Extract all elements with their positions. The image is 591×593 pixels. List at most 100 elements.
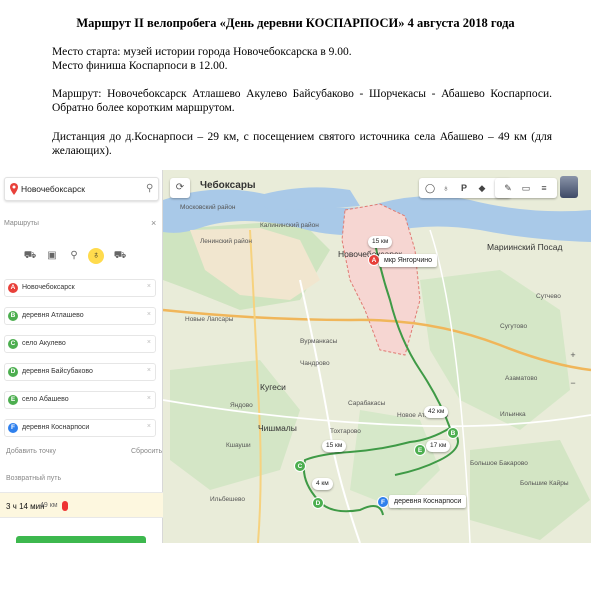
waypoint-e-label: село Абашево <box>22 396 69 403</box>
route-pill-d[interactable]: 4 км <box>312 478 333 490</box>
remove-icon[interactable]: × <box>147 367 151 374</box>
document-title: Маршрут II велопробега «День деревни КОС… <box>76 16 515 30</box>
waypoint-a-marker: A <box>8 283 18 293</box>
route-pill-start-text: 15 км <box>372 238 389 245</box>
waypoint-e[interactable]: E село Абашево × <box>4 391 156 409</box>
zoom-controls: + − <box>566 350 580 410</box>
label-novye-lapsary: Новые Лапсары <box>185 316 234 323</box>
remove-icon[interactable]: × <box>147 423 151 430</box>
label-sugutovo: Сугутово <box>500 323 528 330</box>
label-kshaushi: Кшауши <box>226 442 251 449</box>
search-icon[interactable]: ⚲ <box>146 183 153 194</box>
marker-b[interactable]: B <box>447 427 459 439</box>
label-sutchevo: Сутчево <box>536 293 561 300</box>
route-pill-start[interactable]: 15 км <box>368 236 393 248</box>
start-line: Место старта: музей истории города Новоч… <box>52 46 352 58</box>
waypoint-b[interactable]: B деревня Атлашево × <box>4 307 156 325</box>
route-pill-e[interactable]: 17 км <box>426 440 451 452</box>
start-place-label[interactable]: мкр Янгорчино <box>379 254 437 267</box>
add-point-link[interactable]: Добавить точку <box>6 448 56 455</box>
waypoint-a[interactable]: A Новочебоксарск × <box>4 279 156 297</box>
route-panel: Новочебоксарск ⚲ Маршруты × ⛟ ▣ ⚲ ♁ ⛟ A … <box>0 170 163 543</box>
route-paragraph: Маршрут: Новочебоксарск Атлашево Акулево… <box>52 88 552 114</box>
taxi-icon[interactable]: ⛟ <box>112 248 128 264</box>
route-result[interactable]: 3 ч 14 мин 49 км <box>0 492 163 518</box>
label-yandovo: Яндово <box>230 402 253 409</box>
label-bolshie-kayry: Большие Кайры <box>520 480 569 487</box>
ruler-icon[interactable]: ✎ <box>499 178 517 198</box>
search-box[interactable]: Новочебоксарск ⚲ <box>4 177 159 201</box>
route-pill-c-text: 15 км <box>326 442 343 449</box>
label-kalinin-district: Калининский район <box>260 222 319 229</box>
zoom-in-icon[interactable]: + <box>566 350 580 360</box>
menu-icon[interactable]: ≡ <box>535 178 553 198</box>
waypoint-c-label: село Акулево <box>22 340 66 347</box>
map-title: Чебоксары <box>200 180 256 191</box>
route-pill-e-text: 17 км <box>430 442 447 449</box>
route-pill-d-text: 4 км <box>316 480 329 487</box>
parking-icon[interactable]: P <box>455 178 473 198</box>
label-chandrovo: Чандрово <box>300 360 330 367</box>
label-lenin-district: Ленинский район <box>200 238 252 245</box>
map-tools-secondary: ✎ ▭ ≡ <box>495 178 557 198</box>
reset-link[interactable]: Сбросить <box>131 448 162 455</box>
route-pill-c[interactable]: 15 км <box>322 440 347 452</box>
remove-icon[interactable]: × <box>147 311 151 318</box>
label-mariinsky-posad: Мариинский Посад <box>487 242 563 252</box>
traffic-icon[interactable]: ◆ <box>473 178 491 198</box>
marker-d[interactable]: D <box>312 497 324 509</box>
search-input[interactable]: Новочебоксарск <box>21 184 85 194</box>
marker-e[interactable]: E <box>414 444 426 456</box>
label-tokhtarovo: Тохтарово <box>330 428 361 435</box>
remove-icon[interactable]: × <box>147 283 151 290</box>
waypoint-e-marker: E <box>8 395 18 405</box>
route-pill-mid-text: 42 км <box>428 408 445 415</box>
route-pill-mid[interactable]: 42 км <box>424 406 449 418</box>
bus-icon[interactable]: ▣ <box>44 248 60 264</box>
waypoint-a-label: Новочебоксарск <box>22 284 75 291</box>
waypoint-f-label: деревня Коснарпоси <box>22 424 90 431</box>
label-kugesi: Кугеси <box>260 382 286 392</box>
finish-place-label[interactable]: деревня Коснарпоси <box>389 495 467 508</box>
start-navigation-button[interactable] <box>16 536 146 543</box>
routes-header: Маршруты <box>4 220 39 227</box>
remove-icon[interactable]: × <box>147 339 151 346</box>
waypoint-c-marker: C <box>8 339 18 349</box>
marker-c[interactable]: C <box>294 460 306 472</box>
waypoint-c[interactable]: C село Акулево × <box>4 335 156 353</box>
bike-mode-icon[interactable]: ♁ <box>88 248 104 264</box>
close-icon[interactable]: × <box>151 218 156 228</box>
pin-icon <box>10 183 18 195</box>
transport-modes: ⛟ ▣ ⚲ ♁ ⛟ <box>22 248 142 264</box>
warning-badge <box>62 501 68 511</box>
label-azamatovo: Азаматово <box>505 375 538 382</box>
car-icon[interactable]: ⛟ <box>22 248 38 264</box>
waypoint-d-marker: D <box>8 367 18 377</box>
label-bolshoe-bakarovo: Большое Бакарово <box>470 460 528 467</box>
label-chishmaly: Чишмалы <box>258 423 297 433</box>
waypoint-f-marker: F <box>8 423 18 433</box>
finish-line: Место финиша Коспарпоси в 12.00. <box>52 59 228 72</box>
route-time: 3 ч 14 мин <box>6 502 45 511</box>
zoom-out-icon[interactable]: − <box>566 378 580 388</box>
marker-f[interactable]: F <box>377 496 389 508</box>
distance-paragraph: Дистанция до д.Коснарпоси – 29 км, с пос… <box>52 131 552 157</box>
start-finish-paragraph: Место старта: музей истории города Новоч… <box>52 46 552 73</box>
waypoint-b-marker: B <box>8 311 18 321</box>
bike-icon[interactable]: ♁ <box>437 178 455 198</box>
waypoint-d[interactable]: D деревня Байсубаково × <box>4 363 156 381</box>
map-screenshot: Чебоксары Новочебоксарск Мариинский Поса… <box>0 170 591 543</box>
walk-icon[interactable]: ⚲ <box>66 248 82 264</box>
remove-icon[interactable]: × <box>147 395 151 402</box>
waypoint-d-label: деревня Байсубаково <box>22 368 93 375</box>
return-route-link[interactable]: Возвратный путь <box>6 475 61 482</box>
locate-button[interactable]: ⟳ <box>170 178 190 198</box>
label-ilbeshevo: Ильбешево <box>210 496 245 503</box>
route-distance: 49 км <box>40 502 58 509</box>
label-vurmankasy: Вурманкасы <box>300 338 338 345</box>
waypoint-f[interactable]: F деревня Коснарпоси × <box>4 419 156 437</box>
print-icon[interactable]: ▭ <box>517 178 535 198</box>
label-ilyinka: Ильинка <box>500 411 526 418</box>
label-sarabakasy: Сарабакасы <box>348 400 386 407</box>
user-avatar[interactable] <box>560 176 578 198</box>
